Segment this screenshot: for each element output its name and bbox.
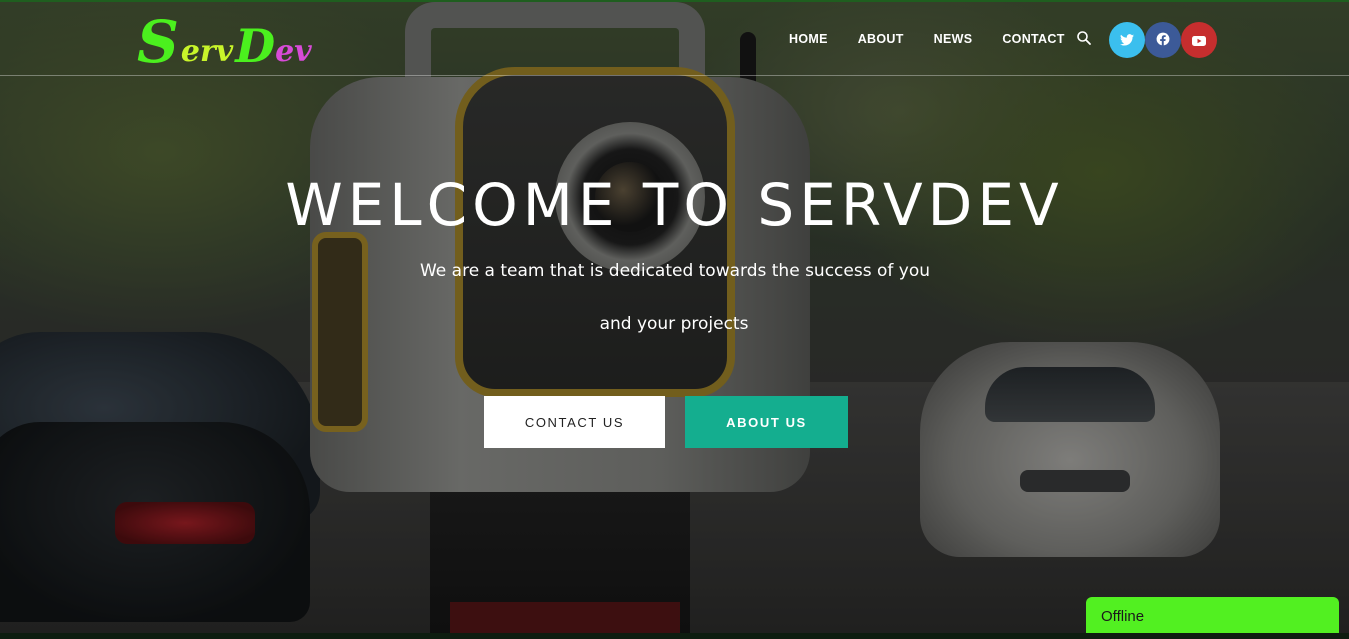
facebook-icon bbox=[1156, 31, 1170, 50]
facebook-button[interactable] bbox=[1145, 22, 1181, 58]
bottom-bar bbox=[0, 633, 1349, 639]
nav-news[interactable]: NEWS bbox=[934, 28, 973, 50]
logo-text-erv: erv bbox=[180, 34, 234, 69]
main-nav: HOME ABOUT NEWS CONTACT bbox=[789, 28, 1095, 50]
youtube-icon bbox=[1192, 31, 1206, 50]
logo-letter-d: D bbox=[235, 19, 276, 73]
twitter-icon bbox=[1120, 31, 1134, 50]
search-icon[interactable] bbox=[1076, 30, 1092, 46]
hero-subtitle-line-1: We are a team that is dedicated towards … bbox=[419, 261, 931, 281]
site-header: S erv D ev HOME ABOUT NEWS CONTACT bbox=[0, 2, 1349, 76]
hero-title: WELCOME TO SERVDEV bbox=[285, 171, 1064, 239]
twitter-button[interactable] bbox=[1109, 22, 1145, 58]
nav-about[interactable]: ABOUT bbox=[858, 28, 904, 50]
about-us-button[interactable]: ABOUT US bbox=[685, 396, 848, 448]
contact-us-button[interactable]: CONTACT US bbox=[484, 396, 665, 448]
logo-letter-s: S bbox=[137, 8, 179, 76]
chat-status-label: Offline bbox=[1101, 608, 1145, 625]
nav-contact[interactable]: CONTACT bbox=[1002, 28, 1064, 50]
site-logo[interactable]: S erv D ev bbox=[137, 6, 312, 72]
nav-home[interactable]: HOME bbox=[789, 28, 828, 50]
hero-subtitle-line-2: and your projects bbox=[599, 314, 749, 334]
chat-status-widget[interactable]: Offline bbox=[1086, 597, 1339, 636]
logo-text-ev: ev bbox=[275, 34, 312, 69]
youtube-button[interactable] bbox=[1181, 22, 1217, 58]
